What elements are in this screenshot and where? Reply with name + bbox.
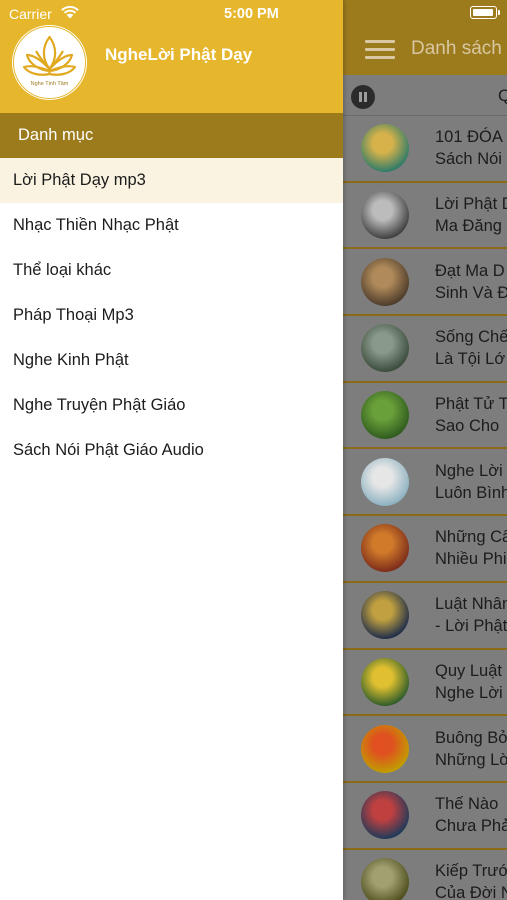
lotus-logo-icon: Nghe Tịnh Tâm [12,25,87,100]
track-row[interactable]: Luật Nhân - Lời Phật [343,583,507,650]
bodhidharma-thumbnail [361,257,409,306]
pause-icon[interactable] [351,85,375,109]
menu-item[interactable]: Nhạc Thiền Nhạc Phật [0,203,343,248]
main-title: Danh sách [411,38,502,59]
red-buddha-thumbnail [361,524,409,573]
lotus-art-thumbnail [361,124,409,173]
track-title: Phật Tử T Sao Cho [435,395,507,436]
now-playing-bar[interactable]: Q [343,76,507,116]
buong-bo-thumbnail [361,724,409,773]
category-section-header: Danh mục [0,113,343,158]
menu-item[interactable]: Nghe Kinh Phật [0,338,343,383]
buddha-statue-thumbnail [361,324,409,373]
side-drawer: Carrier 5:00 PM Nghe Tịnh Tâm NgheLời Ph… [0,0,343,900]
category-header-label: Danh mục [18,126,94,144]
track-title: Nghe Lời Luôn Bình [435,461,507,502]
menu-item[interactable]: Pháp Thoại Mp3 [0,293,343,338]
menu-item[interactable]: Thể loại khác [0,248,343,293]
track-list: 101 ĐÓA Sách Nói Lời Phật D Ma Đăng Đạt Ma… [343,116,507,900]
track-row[interactable]: Đạt Ma D Sinh Và Đ [343,249,507,317]
track-title: Lời Phật D Ma Đăng [435,195,507,236]
wifi-icon [61,5,79,19]
track-title: Thế Nào Chưa Phả [435,795,507,836]
quy-luat-thumbnail [361,657,409,706]
menu-item[interactable]: Sách Nói Phật Giáo Audio [0,428,343,473]
track-title: Buông Bở Những Lờ [435,728,507,769]
track-row[interactable]: Nghe Lời Luôn Bình [343,449,507,517]
track-row[interactable]: Quy Luật Nghe Lời [343,650,507,717]
main-content-pane[interactable]: Danh sách Q 101 ĐÓA Sách Nói Lời Phật D M… [343,0,507,900]
status-time: 5:00 PM [224,6,279,22]
drawer-header: Carrier 5:00 PM Nghe Tịnh Tâm NgheLời Ph… [0,0,343,113]
night-text-thumbnail [361,591,409,640]
track-row[interactable]: Lời Phật D Ma Đăng [343,183,507,250]
category-menu: Lời Phật Dạy mp3 Nhạc Thiền Nhạc Phật Thể … [0,158,343,473]
hamburger-menu-icon[interactable] [365,40,395,60]
now-playing-title: Q [498,86,507,105]
track-row[interactable]: 101 ĐÓA Sách Nói [343,116,507,183]
track-title: Sống Chế Là Tội Lớ [435,328,507,369]
track-title: 101 ĐÓA Sách Nói [435,128,503,169]
mountain-thumbnail [361,791,409,840]
track-row[interactable]: Kiếp Trướ Của Đời N [343,850,507,900]
svg-text:Nghe Tịnh Tâm: Nghe Tịnh Tâm [31,81,69,87]
main-navigation-bar: Danh sách [343,0,507,75]
temple-thumbnail [361,857,409,900]
track-title: Kiếp Trướ Của Đời N [435,861,507,900]
green-buddha-thumbnail [361,391,409,440]
track-row[interactable]: Sống Chế Là Tội Lớ [343,316,507,383]
track-title: Những Câ Nhiều Phi [435,528,507,569]
menu-item[interactable]: Nghe Truyện Phật Giáo [0,383,343,428]
track-title: Đạt Ma D Sinh Và Đ [435,261,507,302]
track-row[interactable]: Buông Bở Những Lờ [343,716,507,783]
track-row[interactable]: Những Câ Nhiều Phi [343,516,507,583]
menu-item[interactable]: Lời Phật Dạy mp3 [0,158,343,203]
track-row[interactable]: Phật Tử T Sao Cho [343,383,507,450]
track-title: Luật Nhân - Lời Phật [435,595,507,636]
blue-landscape-thumbnail [361,457,409,506]
track-row[interactable]: Thế Nào Chưa Phả [343,783,507,850]
battery-icon [470,6,500,19]
track-title: Quy Luật Nghe Lời [435,661,503,702]
status-carrier: Carrier [9,6,52,22]
app-title: NgheLời Phật Dạy [105,45,253,64]
stone-buddha-thumbnail [361,191,409,240]
